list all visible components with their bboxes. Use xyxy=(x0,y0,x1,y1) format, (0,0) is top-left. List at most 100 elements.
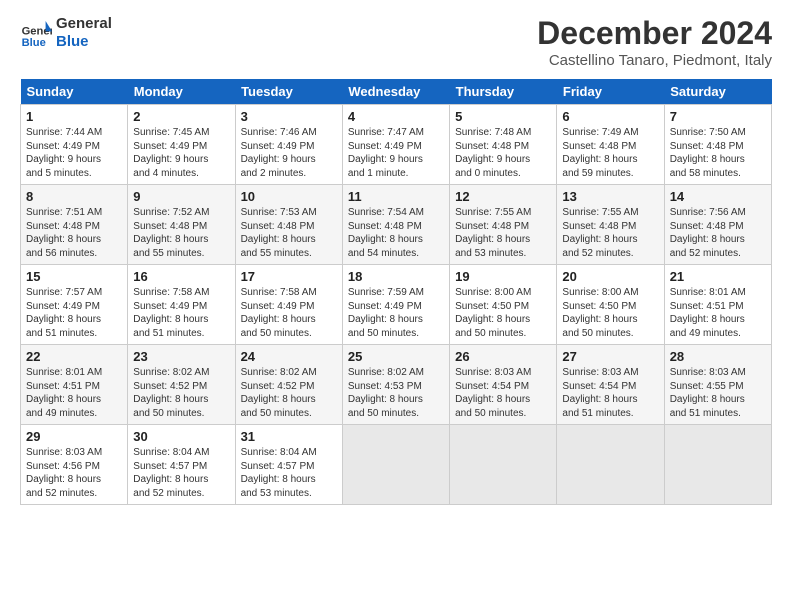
day-number: 14 xyxy=(670,189,766,204)
day-cell: 6 Sunrise: 7:49 AMSunset: 4:48 PMDaylight… xyxy=(557,105,664,185)
day-info: Sunrise: 7:53 AMSunset: 4:48 PMDaylight:… xyxy=(241,206,337,260)
day-info: Sunrise: 7:58 AMSunset: 4:49 PMDaylight:… xyxy=(133,286,229,340)
day-number: 20 xyxy=(562,269,658,284)
day-info: Sunrise: 7:56 AMSunset: 4:48 PMDaylight:… xyxy=(670,206,766,260)
day-number: 8 xyxy=(26,189,122,204)
day-number: 19 xyxy=(455,269,551,284)
day-cell: 15Sunrise: 7:57 AMSunset: 4:49 PMDayligh… xyxy=(21,265,128,345)
week-row-1: 1 Sunrise: 7:44 AMSunset: 4:49 PMDaylight… xyxy=(21,105,772,185)
week-row-3: 15Sunrise: 7:57 AMSunset: 4:49 PMDayligh… xyxy=(21,265,772,345)
day-cell: 5 Sunrise: 7:48 AMSunset: 4:48 PMDaylight… xyxy=(450,105,557,185)
day-cell: 26Sunrise: 8:03 AMSunset: 4:54 PMDayligh… xyxy=(450,345,557,425)
day-info: Sunrise: 7:55 AMSunset: 4:48 PMDaylight:… xyxy=(455,206,551,260)
day-cell: 28Sunrise: 8:03 AMSunset: 4:55 PMDayligh… xyxy=(664,345,771,425)
weekday-sunday: Sunday xyxy=(21,79,128,105)
day-cell xyxy=(450,425,557,505)
day-info: Sunrise: 8:01 AMSunset: 4:51 PMDaylight:… xyxy=(670,286,766,340)
day-info: Sunrise: 7:51 AMSunset: 4:48 PMDaylight:… xyxy=(26,206,122,260)
logo-icon: General Blue xyxy=(20,17,52,49)
day-cell: 23 Sunrise: 8:02 AMSunset: 4:52 PMDayligh… xyxy=(128,345,235,425)
day-number: 13 xyxy=(562,189,658,204)
day-info: Sunrise: 7:57 AMSunset: 4:49 PMDaylight:… xyxy=(26,286,122,340)
day-number: 23 xyxy=(133,349,229,364)
day-info: Sunrise: 8:03 AMSunset: 4:56 PMDaylight:… xyxy=(26,446,122,500)
day-cell: 7 Sunrise: 7:50 AMSunset: 4:48 PMDaylight… xyxy=(664,105,771,185)
logo-blue: Blue xyxy=(56,33,112,51)
day-info: Sunrise: 8:04 AMSunset: 4:57 PMDaylight:… xyxy=(133,446,229,500)
day-cell: 21 Sunrise: 8:01 AMSunset: 4:51 PMDayligh… xyxy=(664,265,771,345)
day-info: Sunrise: 7:44 AMSunset: 4:49 PMDaylight:… xyxy=(26,126,122,180)
day-cell: 18Sunrise: 7:59 AMSunset: 4:49 PMDayligh… xyxy=(342,265,449,345)
month-title: December 2024 xyxy=(537,15,772,52)
day-number: 25 xyxy=(348,349,444,364)
day-cell: 24Sunrise: 8:02 AMSunset: 4:52 PMDayligh… xyxy=(235,345,342,425)
day-cell: 20Sunrise: 8:00 AMSunset: 4:50 PMDayligh… xyxy=(557,265,664,345)
day-info: Sunrise: 7:50 AMSunset: 4:48 PMDaylight:… xyxy=(670,126,766,180)
day-number: 26 xyxy=(455,349,551,364)
calendar-page: General Blue General Blue December 2024 … xyxy=(0,0,792,515)
location: Castellino Tanaro, Piedmont, Italy xyxy=(537,52,772,69)
day-number: 2 xyxy=(133,109,229,124)
day-info: Sunrise: 7:52 AMSunset: 4:48 PMDaylight:… xyxy=(133,206,229,260)
day-cell: 8 Sunrise: 7:51 AMSunset: 4:48 PMDaylight… xyxy=(21,185,128,265)
day-info: Sunrise: 7:54 AMSunset: 4:48 PMDaylight:… xyxy=(348,206,444,260)
day-info: Sunrise: 7:58 AMSunset: 4:49 PMDaylight:… xyxy=(241,286,337,340)
day-number: 21 xyxy=(670,269,766,284)
day-cell: 31 Sunrise: 8:04 AMSunset: 4:57 PMDayligh… xyxy=(235,425,342,505)
day-cell xyxy=(557,425,664,505)
day-cell: 17 Sunrise: 7:58 AMSunset: 4:49 PMDayligh… xyxy=(235,265,342,345)
day-number: 10 xyxy=(241,189,337,204)
day-cell: 14 Sunrise: 7:56 AMSunset: 4:48 PMDayligh… xyxy=(664,185,771,265)
day-cell: 30 Sunrise: 8:04 AMSunset: 4:57 PMDayligh… xyxy=(128,425,235,505)
week-row-2: 8 Sunrise: 7:51 AMSunset: 4:48 PMDaylight… xyxy=(21,185,772,265)
week-row-5: 29 Sunrise: 8:03 AMSunset: 4:56 PMDayligh… xyxy=(21,425,772,505)
day-number: 9 xyxy=(133,189,229,204)
day-cell: 27 Sunrise: 8:03 AMSunset: 4:54 PMDayligh… xyxy=(557,345,664,425)
day-number: 6 xyxy=(562,109,658,124)
weekday-friday: Friday xyxy=(557,79,664,105)
day-info: Sunrise: 7:48 AMSunset: 4:48 PMDaylight:… xyxy=(455,126,551,180)
day-info: Sunrise: 8:02 AMSunset: 4:52 PMDaylight:… xyxy=(241,366,337,420)
logo-general: General xyxy=(56,15,112,33)
day-number: 3 xyxy=(241,109,337,124)
weekday-wednesday: Wednesday xyxy=(342,79,449,105)
weekday-header-row: SundayMondayTuesdayWednesdayThursdayFrid… xyxy=(21,79,772,105)
day-cell: 25Sunrise: 8:02 AMSunset: 4:53 PMDayligh… xyxy=(342,345,449,425)
day-number: 31 xyxy=(241,429,337,444)
day-number: 30 xyxy=(133,429,229,444)
day-info: Sunrise: 7:59 AMSunset: 4:49 PMDaylight:… xyxy=(348,286,444,340)
day-info: Sunrise: 7:47 AMSunset: 4:49 PMDaylight:… xyxy=(348,126,444,180)
logo: General Blue General Blue xyxy=(20,15,112,51)
day-cell: 1 Sunrise: 7:44 AMSunset: 4:49 PMDaylight… xyxy=(21,105,128,185)
day-cell: 2Sunrise: 7:45 AMSunset: 4:49 PMDaylight… xyxy=(128,105,235,185)
day-cell: 9 Sunrise: 7:52 AMSunset: 4:48 PMDaylight… xyxy=(128,185,235,265)
weekday-monday: Monday xyxy=(128,79,235,105)
day-number: 17 xyxy=(241,269,337,284)
title-block: December 2024 Castellino Tanaro, Piedmon… xyxy=(537,15,772,69)
day-info: Sunrise: 8:02 AMSunset: 4:52 PMDaylight:… xyxy=(133,366,229,420)
day-number: 22 xyxy=(26,349,122,364)
svg-text:Blue: Blue xyxy=(22,37,46,49)
day-cell: 16 Sunrise: 7:58 AMSunset: 4:49 PMDayligh… xyxy=(128,265,235,345)
day-number: 11 xyxy=(348,189,444,204)
day-info: Sunrise: 8:04 AMSunset: 4:57 PMDaylight:… xyxy=(241,446,337,500)
week-row-4: 22Sunrise: 8:01 AMSunset: 4:51 PMDayligh… xyxy=(21,345,772,425)
weekday-thursday: Thursday xyxy=(450,79,557,105)
day-cell xyxy=(342,425,449,505)
day-number: 16 xyxy=(133,269,229,284)
day-cell: 12Sunrise: 7:55 AMSunset: 4:48 PMDayligh… xyxy=(450,185,557,265)
day-info: Sunrise: 7:49 AMSunset: 4:48 PMDaylight:… xyxy=(562,126,658,180)
day-number: 7 xyxy=(670,109,766,124)
day-number: 29 xyxy=(26,429,122,444)
weekday-saturday: Saturday xyxy=(664,79,771,105)
day-cell: 19Sunrise: 8:00 AMSunset: 4:50 PMDayligh… xyxy=(450,265,557,345)
calendar-table: SundayMondayTuesdayWednesdayThursdayFrid… xyxy=(20,79,772,505)
day-cell: 11 Sunrise: 7:54 AMSunset: 4:48 PMDayligh… xyxy=(342,185,449,265)
day-number: 4 xyxy=(348,109,444,124)
day-cell: 22Sunrise: 8:01 AMSunset: 4:51 PMDayligh… xyxy=(21,345,128,425)
day-info: Sunrise: 8:03 AMSunset: 4:54 PMDaylight:… xyxy=(562,366,658,420)
day-number: 27 xyxy=(562,349,658,364)
day-cell: 4 Sunrise: 7:47 AMSunset: 4:49 PMDaylight… xyxy=(342,105,449,185)
day-number: 5 xyxy=(455,109,551,124)
day-number: 1 xyxy=(26,109,122,124)
